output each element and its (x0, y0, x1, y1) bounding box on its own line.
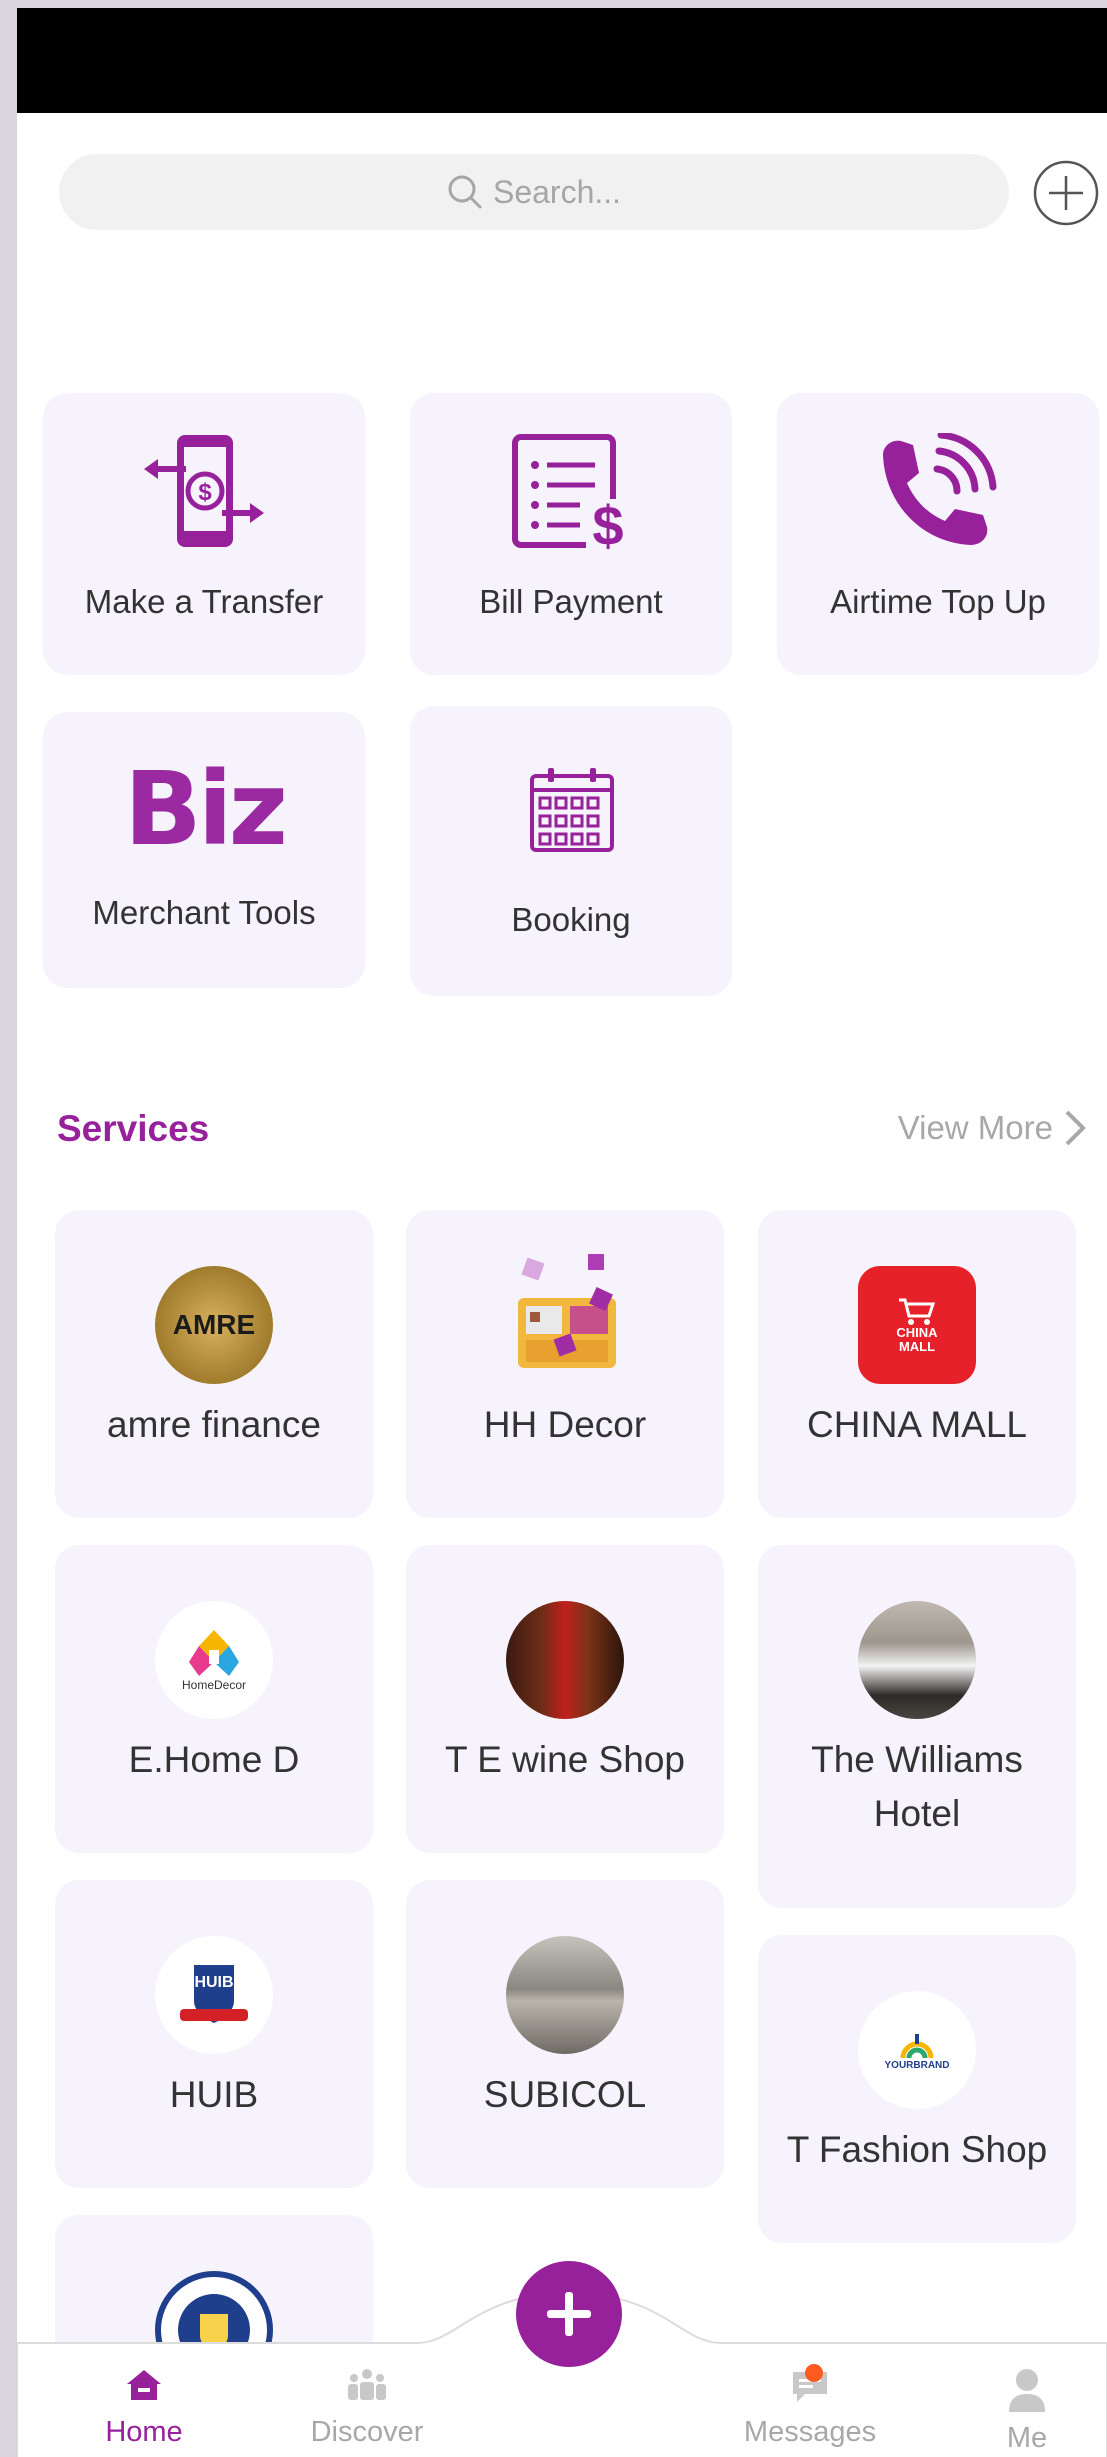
service-name: T Fashion Shop (786, 2129, 1048, 2170)
service-card-subicol[interactable]: SUBICOL (406, 1880, 724, 2188)
messages-notification-badge (805, 2364, 823, 2382)
tab-me-label: Me (1006, 2422, 1048, 2454)
create-button[interactable] (516, 2261, 622, 2367)
service-card-huib[interactable]: HUIB HUIB (55, 1880, 373, 2188)
search-icon (448, 175, 482, 209)
service-card-t-fashion-shop[interactable]: YOURBRAND T Fashion Shop (758, 1935, 1076, 2243)
quick-action-label: Airtime Top Up (830, 583, 1046, 620)
tab-messages-label: Messages (743, 2416, 877, 2448)
e-home-d-logo: HomeDecor (155, 1601, 273, 1719)
quick-action-label: Merchant Tools (92, 894, 316, 931)
home-icon (127, 2370, 161, 2400)
svg-text:HUIB: HUIB (194, 1974, 233, 1991)
profile-icon (1009, 2369, 1045, 2412)
calendar-icon (530, 768, 614, 852)
service-card-hh-decor[interactable]: HH Decor (406, 1210, 724, 1518)
tab-discover[interactable]: Discover (297, 2368, 437, 2449)
service-name: E.Home D (128, 1739, 300, 1780)
booking-card[interactable]: Booking (410, 706, 732, 996)
service-name: amre finance (107, 1404, 321, 1445)
shopping-cart-icon (899, 1298, 936, 1325)
bill-icon: $ (512, 434, 630, 551)
home-decor-icon (189, 1630, 239, 1676)
quick-action-label: Make a Transfer (84, 583, 324, 620)
tab-discover-label: Discover (310, 2416, 424, 2448)
service-name: The Williams Hotel (811, 1739, 1023, 1834)
service-name: CHINA MALL (806, 1404, 1027, 1445)
svg-text:$: $ (592, 494, 623, 551)
williams-hotel-logo (858, 1601, 976, 1719)
search-placeholder: Search... (492, 173, 622, 210)
app-screen: Search... $ Make a Transfer $ Bill Payme… (17, 8, 1107, 2457)
view-more-label: View More (897, 1109, 1053, 1146)
quick-action-label: Bill Payment (479, 583, 663, 620)
service-name: HUIB (169, 2074, 259, 2115)
discover-icon (348, 2369, 386, 2400)
service-card-e-home-d[interactable]: HomeDecor E.Home D (55, 1545, 373, 1853)
view-more-link[interactable]: View More (898, 1108, 1087, 1148)
make-transfer-card[interactable]: $ Make a Transfer (43, 393, 365, 675)
te-wine-shop-logo (506, 1601, 624, 1719)
service-card-williams-hotel[interactable]: The Williams Hotel (758, 1545, 1076, 1908)
biz-logo: Biz (123, 750, 288, 869)
tab-home[interactable]: Home (84, 2368, 204, 2449)
tab-home-label: Home (105, 2416, 183, 2448)
chevron-right-icon (1065, 1110, 1086, 1146)
quick-action-label: Booking (511, 901, 631, 938)
svg-text:$: $ (198, 479, 212, 506)
huib-logo: HUIB (155, 1936, 273, 2054)
service-name: T E wine Shop (445, 1739, 685, 1780)
t-fashion-shop-logo: YOURBRAND (858, 1991, 976, 2109)
service-card-china-mall[interactable]: CHINA MALL CHINA MALL (758, 1210, 1076, 1518)
airtime-topup-card[interactable]: Airtime Top Up (777, 393, 1099, 675)
yourbrand-icon (900, 2033, 934, 2058)
service-name: HH Decor (483, 1404, 647, 1445)
subicol-logo (506, 1936, 624, 2054)
huib-crest-icon: HUIB (180, 1965, 248, 2023)
services-title: Services (57, 1108, 210, 1149)
bill-payment-card[interactable]: $ Bill Payment (410, 393, 732, 675)
hh-decor-logo (518, 1254, 616, 1368)
search-input[interactable]: Search... (59, 154, 1009, 230)
status-bar (17, 8, 1107, 113)
service-name: SUBICOL (483, 2074, 647, 2115)
service-card-amre-finance[interactable]: AMRE amre finance (55, 1210, 373, 1518)
china-mall-logo: CHINA MALL (858, 1266, 976, 1384)
merchant-tools-card[interactable]: Biz Merchant Tools (43, 712, 365, 988)
add-circle-icon[interactable] (1033, 160, 1099, 226)
plus-icon (547, 2292, 591, 2336)
phone-call-icon (883, 433, 997, 545)
amre-finance-logo: AMRE (155, 1266, 273, 1384)
service-card-te-wine-shop[interactable]: T E wine Shop (406, 1545, 724, 1853)
phone-transfer-icon: $ (144, 435, 264, 547)
tab-me[interactable]: Me (977, 2368, 1077, 2455)
